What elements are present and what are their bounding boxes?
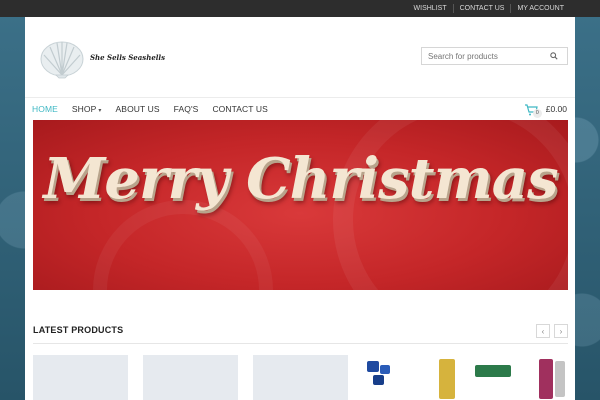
main-nav: HOME SHOP ▾ ABOUT US FAQ'S CONTACT US 0 £… bbox=[25, 97, 575, 119]
carousel-prev-button[interactable]: ‹ bbox=[536, 324, 550, 338]
product-image bbox=[373, 375, 384, 385]
chevron-left-icon: ‹ bbox=[541, 326, 545, 336]
christmas-banner[interactable]: Merry Christmas bbox=[33, 120, 568, 290]
cart-icon: 0 bbox=[524, 103, 542, 118]
search-input[interactable] bbox=[422, 51, 547, 61]
search-icon[interactable] bbox=[547, 49, 561, 63]
nav-item-shop[interactable]: SHOP ▾ bbox=[72, 104, 109, 114]
cart-total: £0.00 bbox=[545, 104, 567, 114]
latest-products-title: LATEST PRODUCTS bbox=[33, 325, 124, 335]
nav-item-shop-label: SHOP bbox=[71, 103, 97, 114]
nav-item-faqs[interactable]: FAQ'S bbox=[174, 104, 206, 114]
product-image bbox=[367, 361, 379, 372]
contact-us-link[interactable]: CONTACT US bbox=[452, 4, 511, 13]
product-card[interactable] bbox=[33, 355, 128, 400]
seashell-logo-icon bbox=[40, 41, 84, 79]
nav-item-contact-us[interactable]: CONTACT US bbox=[212, 104, 274, 114]
product-image bbox=[555, 361, 565, 397]
logo-text: She Sells Seashells bbox=[90, 52, 166, 62]
my-account-link[interactable]: MY ACCOUNT bbox=[510, 4, 570, 13]
nav-item-about-us[interactable]: ABOUT US bbox=[116, 104, 167, 114]
nav-item-home[interactable]: HOME bbox=[32, 104, 65, 114]
product-card[interactable] bbox=[473, 355, 568, 400]
banner-heading: Merry Christmas bbox=[43, 146, 558, 212]
product-image bbox=[475, 365, 511, 377]
product-image bbox=[380, 365, 390, 374]
cart-widget[interactable]: 0 £0.00 bbox=[524, 103, 567, 118]
carousel-next-button[interactable]: › bbox=[554, 324, 568, 338]
product-image bbox=[439, 359, 455, 399]
product-card[interactable] bbox=[253, 355, 348, 400]
chevron-right-icon: › bbox=[559, 326, 563, 336]
cart-count-badge: 0 bbox=[532, 109, 542, 118]
banner-decoration bbox=[93, 200, 273, 290]
page-container: She Sells Seashells HOME SHOP▾ ABOUT US … bbox=[25, 17, 575, 400]
product-card[interactable] bbox=[143, 355, 238, 400]
carousel-controls: ‹ › bbox=[536, 324, 568, 338]
site-logo[interactable]: She Sells Seashells bbox=[38, 35, 165, 79]
top-bar: WISHLIST CONTACT US MY ACCOUNT bbox=[0, 0, 600, 17]
search-box bbox=[421, 47, 568, 65]
site-header: She Sells Seashells bbox=[25, 17, 575, 97]
chevron-down-icon: ▾ bbox=[98, 107, 102, 114]
product-image bbox=[539, 359, 553, 399]
product-card[interactable] bbox=[363, 355, 458, 400]
wishlist-link[interactable]: WISHLIST bbox=[408, 4, 453, 13]
section-divider bbox=[33, 343, 568, 344]
